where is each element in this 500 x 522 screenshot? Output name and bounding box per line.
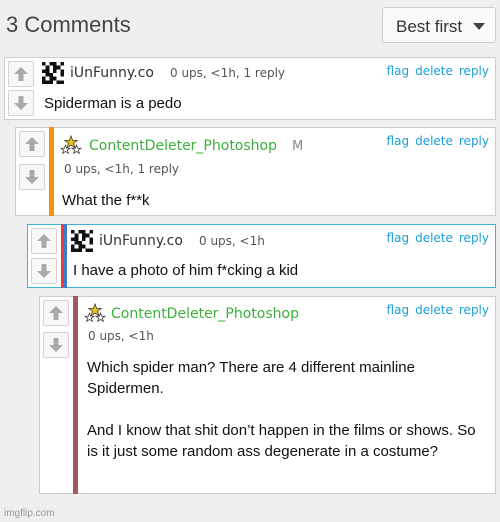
comment-3: iUnFunny.co 0 ups, <1h flag delete reply I… xyxy=(27,224,496,288)
comment-text: Spiderman is a pedo xyxy=(44,95,182,112)
imgflip-watermark: imgflip.com xyxy=(4,508,55,519)
comments-count-title: 3 Comments xyxy=(6,12,131,37)
upvote-button[interactable] xyxy=(8,61,34,87)
comment-actions: flag delete reply xyxy=(381,134,489,148)
comment-meta: 0 ups, <1h, 1 reply xyxy=(64,162,180,176)
downvote-button[interactable] xyxy=(19,164,45,190)
comment-body: iUnFunny.co 0 ups, <1h flag delete reply I… xyxy=(67,225,495,287)
delete-link[interactable]: delete xyxy=(415,231,453,245)
username-link[interactable]: iUnFunny.co xyxy=(99,233,183,249)
comment-text: I have a photo of him f*cking a kid xyxy=(73,262,299,279)
username-link[interactable]: ContentDeleter_Photoshop xyxy=(111,306,299,322)
comment-actions: flag delete reply xyxy=(381,303,489,317)
reply-link[interactable]: reply xyxy=(459,134,489,148)
comment-meta: 0 ups, <1h, 1 reply xyxy=(170,66,286,80)
moderator-badge: M xyxy=(292,139,304,154)
comment-1: iUnFunny.co 0 ups, <1h, 1 reply flag dele… xyxy=(4,57,496,120)
flag-link[interactable]: flag xyxy=(387,303,410,317)
comment-actions: flag delete reply xyxy=(381,64,489,78)
downvote-button[interactable] xyxy=(43,332,69,358)
comment-2: ContentDeleter_Photoshop M flag delete rep… xyxy=(15,127,496,216)
username-link[interactable]: iUnFunny.co xyxy=(70,65,154,81)
downvote-button[interactable] xyxy=(31,258,57,284)
delete-link[interactable]: delete xyxy=(415,303,453,317)
delete-link[interactable]: delete xyxy=(415,64,453,78)
comment-body: ContentDeleter_Photoshop flag delete reply… xyxy=(78,297,495,493)
reply-link[interactable]: reply xyxy=(459,231,489,245)
flag-link[interactable]: flag xyxy=(387,64,410,78)
arrow-down-icon xyxy=(25,170,39,184)
arrow-down-icon xyxy=(49,338,63,352)
sort-dropdown-label: Best first xyxy=(396,17,463,36)
caret-down-icon xyxy=(473,23,485,30)
arrow-up-icon xyxy=(49,306,63,320)
comment-meta: 0 ups, <1h xyxy=(199,234,265,248)
reply-link[interactable]: reply xyxy=(459,64,489,78)
stars-avatar-icon xyxy=(84,303,106,323)
comment-text: Which spider man? There are 4 different … xyxy=(87,359,476,460)
delete-link[interactable]: delete xyxy=(415,134,453,148)
comment-4: ContentDeleter_Photoshop flag delete reply… xyxy=(39,296,496,494)
upvote-button[interactable] xyxy=(31,228,57,254)
sort-dropdown[interactable]: Best first xyxy=(382,7,496,43)
arrow-down-icon xyxy=(14,96,28,110)
stars-avatar-icon xyxy=(60,135,82,155)
flag-link[interactable]: flag xyxy=(387,134,410,148)
reply-link[interactable]: reply xyxy=(459,303,489,317)
arrow-down-icon xyxy=(37,264,51,278)
comment-meta: 0 ups, <1h xyxy=(88,329,154,343)
username-link[interactable]: ContentDeleter_Photoshop xyxy=(89,138,277,154)
upvote-button[interactable] xyxy=(19,131,45,157)
comment-body: ContentDeleter_Photoshop M flag delete rep… xyxy=(54,128,495,215)
pixel-avatar-icon xyxy=(71,230,93,252)
arrow-up-icon xyxy=(37,234,51,248)
arrow-up-icon xyxy=(14,67,28,81)
flag-link[interactable]: flag xyxy=(387,231,410,245)
upvote-button[interactable] xyxy=(43,300,69,326)
comment-body: iUnFunny.co 0 ups, <1h, 1 reply flag dele… xyxy=(38,58,495,119)
downvote-button[interactable] xyxy=(8,90,34,116)
arrow-up-icon xyxy=(25,137,39,151)
pixel-avatar-icon xyxy=(42,62,64,84)
comment-actions: flag delete reply xyxy=(381,231,489,245)
comment-text: What the f**k xyxy=(62,192,150,209)
